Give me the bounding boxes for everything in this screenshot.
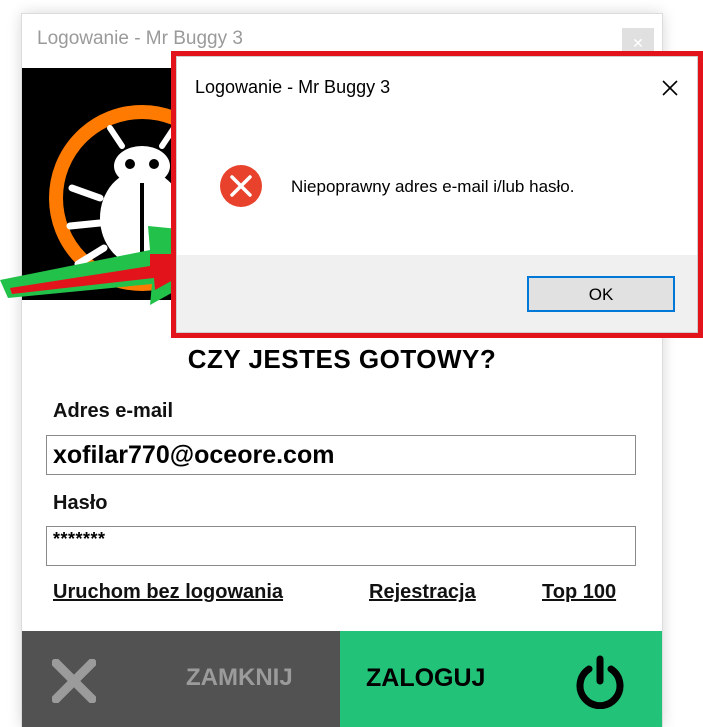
close-button-label: ZAMKNIJ [186,664,293,691]
password-value: ******* [53,529,106,549]
email-value: xofilar770@oceore.com [53,441,335,469]
guest-link[interactable]: Uruchom bez logowania [53,581,283,604]
email-input[interactable]: xofilar770@oceore.com [46,435,636,475]
x-icon [52,659,96,703]
password-label: Hasło [53,492,108,514]
dialog-footer: OK [177,255,697,332]
page-heading: CZY JESTES GOTOWY? [187,344,497,374]
dialog-message: Niepoprawny adres e-mail i/lub hasło. [291,177,575,196]
dialog-close-icon[interactable] [655,73,685,103]
error-dialog: Logowanie - Mr Buggy 3 Niepoprawny adres… [177,57,697,332]
login-window-title: Logowanie - Mr Buggy 3 [37,28,243,49]
register-link[interactable]: Rejestracja [369,581,476,604]
email-label: Adres e-mail [53,400,174,422]
power-icon [576,655,624,709]
error-icon [220,165,262,207]
password-input[interactable]: ******* [46,526,636,566]
top100-link[interactable]: Top 100 [542,581,616,604]
login-button[interactable]: ZALOGUJ [340,631,662,727]
login-button-label: ZALOGUJ [366,664,486,692]
ok-button[interactable]: OK [527,276,675,312]
dialog-title: Logowanie - Mr Buggy 3 [195,77,391,97]
close-button[interactable]: ZAMKNIJ [22,631,340,727]
